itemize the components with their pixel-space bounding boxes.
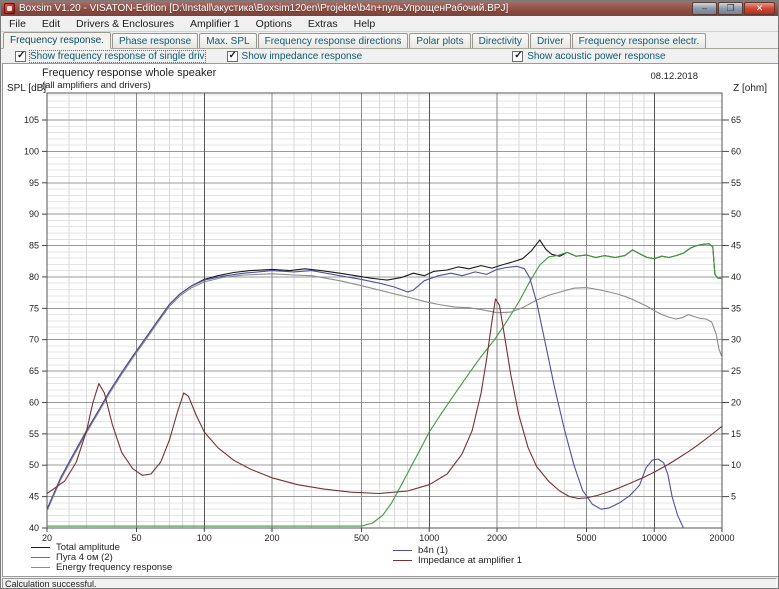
tick-marks <box>42 120 729 532</box>
x-tick-label: 20000 <box>709 533 734 543</box>
y-left-tick-label: 70 <box>29 335 39 345</box>
legend-item-impedance: Impedance at amplifier 1 <box>393 556 522 566</box>
x-tick-label: 200 <box>264 533 279 543</box>
y-right-tick-label: 30 <box>731 335 741 345</box>
legend-line-swatch <box>31 547 50 548</box>
tab-polar-plots[interactable]: Polar plots <box>409 33 470 48</box>
checkbox-show-acoustic-power[interactable]: Show acoustic power response <box>512 51 665 62</box>
x-tick-label: 20 <box>42 533 52 543</box>
status-message: Calculation successful. <box>2 578 777 589</box>
y-right-tick-label: 45 <box>731 241 741 251</box>
chart-panel: 2050100200500100020005000100002000010510… <box>2 63 779 577</box>
minimize-button[interactable]: – <box>692 2 717 15</box>
checkbox-row: Show frequency response of single driv S… <box>1 49 778 63</box>
checkbox-icon[interactable] <box>227 51 238 62</box>
menu-extras[interactable]: Extras <box>300 17 346 31</box>
y-left-tick-label: 105 <box>24 115 39 125</box>
plot-frame <box>47 93 722 528</box>
y-right-tick-label: 20 <box>731 397 741 407</box>
x-tick-label: 50 <box>132 533 142 543</box>
maximize-button[interactable]: ❐ <box>718 2 743 15</box>
menu-file[interactable]: File <box>1 17 34 31</box>
tick-labels: 2050100200500100020005000100002000010510… <box>24 115 741 543</box>
y-left-tick-label: 100 <box>24 146 39 156</box>
tab-frequency-response[interactable]: Frequency response. <box>3 32 111 49</box>
y-left-tick-label: 45 <box>29 492 39 502</box>
chart-title: Frequency response whole speaker <box>42 67 216 79</box>
y-right-tick-label: 55 <box>731 178 741 188</box>
app-icon <box>4 3 15 14</box>
y-right-tick-label: 65 <box>731 115 741 125</box>
tab-phase-response[interactable]: Phase response <box>112 33 198 48</box>
legend-right-column: b4n (1) Impedance at amplifier 1 <box>393 546 522 566</box>
status-bar: Calculation successful. <box>1 578 778 589</box>
tab-bar: Frequency response. Phase response Max. … <box>1 32 778 49</box>
chart-date: 08.12.2018 <box>650 71 698 82</box>
legend-line-swatch <box>31 567 50 568</box>
menu-options[interactable]: Options <box>248 17 300 31</box>
grid-minor <box>47 93 722 528</box>
checkbox-icon[interactable] <box>15 51 26 62</box>
y-left-tick-label: 65 <box>29 366 39 376</box>
y-right-tick-label: 15 <box>731 429 741 439</box>
y-right-tick-label: 25 <box>731 366 741 376</box>
legend-line-swatch <box>393 560 412 561</box>
menu-drivers-enclosures[interactable]: Drivers & Enclosures <box>68 17 182 31</box>
y-left-tick-label: 85 <box>29 241 39 251</box>
checkbox-show-single-drivers[interactable]: Show frequency response of single driv <box>15 51 205 62</box>
frequency-response-plot: 2050100200500100020005000100002000010510… <box>3 64 779 576</box>
legend-item-energy-frequency-response: Energy frequency response <box>31 563 172 573</box>
y-right-tick-label: 50 <box>731 209 741 219</box>
y-left-tick-label: 80 <box>29 272 39 282</box>
menu-bar: File Edit Drivers & Enclosures Amplifier… <box>1 16 778 32</box>
y-axis-left-label: SPL [dB] <box>7 83 46 94</box>
x-tick-label: 10000 <box>642 533 667 543</box>
tab-frequency-response-directions[interactable]: Frequency response directions <box>258 33 409 48</box>
tab-directivity[interactable]: Directivity <box>472 33 529 48</box>
legend-left-column: Total amplitude Пуга 4 ом (2) Energy fre… <box>31 543 172 572</box>
y-left-tick-label: 75 <box>29 303 39 313</box>
y-axis-right-label: Z [ohm] <box>733 83 767 94</box>
y-left-tick-label: 90 <box>29 209 39 219</box>
y-right-tick-label: 60 <box>731 146 741 156</box>
x-tick-label: 100 <box>197 533 212 543</box>
boxsim-window: Boxsim V1.20 - VISATON-Edition [D:\Insta… <box>0 0 779 589</box>
checkbox-show-impedance[interactable]: Show impedance response <box>227 51 363 62</box>
menu-amplifier-1[interactable]: Amplifier 1 <box>182 17 248 31</box>
curve-total-amplitude <box>47 240 722 509</box>
curves <box>47 240 722 538</box>
x-tick-label: 500 <box>354 533 369 543</box>
tab-max-spl[interactable]: Max. SPL <box>199 33 256 48</box>
title-bar: Boxsim V1.20 - VISATON-Edition [D:\Insta… <box>1 1 778 16</box>
y-left-tick-label: 40 <box>29 523 39 533</box>
grid-major <box>47 93 722 528</box>
tab-frequency-response-electr[interactable]: Frequency response electr. <box>572 33 707 48</box>
y-right-tick-label: 40 <box>731 272 741 282</box>
y-left-tick-label: 55 <box>29 429 39 439</box>
legend-line-swatch <box>31 557 50 558</box>
curve-energy-frequency-response <box>47 274 722 511</box>
y-right-tick-label: 5 <box>731 492 736 502</box>
x-tick-label: 1000 <box>419 533 439 543</box>
x-tick-label: 2000 <box>487 533 507 543</box>
x-tick-label: 5000 <box>577 533 597 543</box>
chart-subtitle: (all amplifiers and drivers) <box>42 80 151 91</box>
checkbox-icon[interactable] <box>512 51 523 62</box>
y-left-tick-label: 50 <box>29 460 39 470</box>
window-title: Boxsim V1.20 - VISATON-Edition [D:\Insta… <box>19 3 688 14</box>
menu-edit[interactable]: Edit <box>34 17 68 31</box>
legend-line-swatch <box>393 550 412 551</box>
curve-impedance-at-amplifier-1 <box>47 299 722 499</box>
y-right-tick-label: 10 <box>731 460 741 470</box>
tab-driver[interactable]: Driver <box>530 33 571 48</box>
y-right-tick-label: 35 <box>731 303 741 313</box>
y-left-tick-label: 60 <box>29 397 39 407</box>
y-left-tick-label: 95 <box>29 178 39 188</box>
close-button[interactable]: ✕ <box>744 2 775 15</box>
menu-help[interactable]: Help <box>346 17 384 31</box>
